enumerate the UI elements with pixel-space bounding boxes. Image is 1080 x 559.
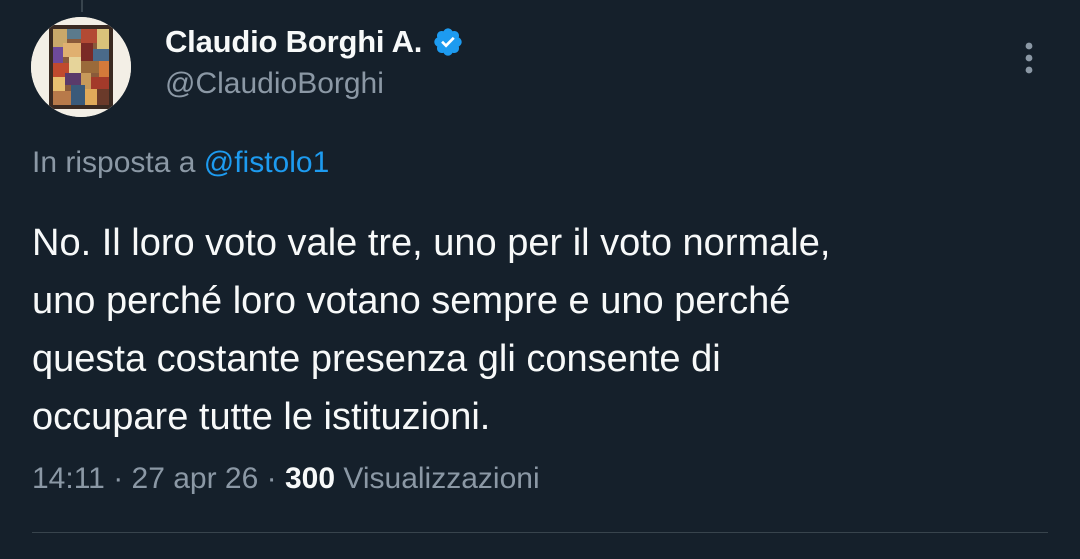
divider [32, 532, 1048, 533]
reply-mention-link[interactable]: @fistolo1 [204, 146, 330, 179]
views-count[interactable]: 300 [285, 462, 335, 495]
verified-badge-icon[interactable] [432, 26, 464, 58]
reply-prefix: In risposta a [32, 146, 196, 179]
tweet-text: No. Il loro voto vale tre, uno per il vo… [32, 222, 831, 438]
tweet-metadata: 14:11 · 27 apr 26 · 300 Visualizzazioni [32, 462, 540, 496]
abstract-painting-avatar-icon [31, 17, 131, 117]
thread-connector-line [81, 0, 83, 12]
tweet-time[interactable]: 14:11 [32, 462, 105, 495]
tweet-date[interactable]: 27 apr 26 [132, 462, 259, 495]
tweet-detail: Claudio Borghi A. @ClaudioBorghi In risp… [0, 0, 1080, 559]
author-name-row[interactable]: Claudio Borghi A. [165, 22, 464, 62]
more-options-button[interactable] [1012, 36, 1046, 80]
more-vertical-icon [1025, 42, 1033, 74]
meta-separator: · [104, 462, 132, 495]
meta-separator: · [258, 462, 285, 495]
reply-context: In risposta a @fistolo1 [32, 146, 329, 180]
author-handle[interactable]: @ClaudioBorghi [165, 67, 384, 101]
author-display-name[interactable]: Claudio Borghi A. [165, 24, 422, 60]
views-label[interactable]: Visualizzazioni [343, 462, 539, 495]
avatar[interactable] [31, 17, 131, 117]
